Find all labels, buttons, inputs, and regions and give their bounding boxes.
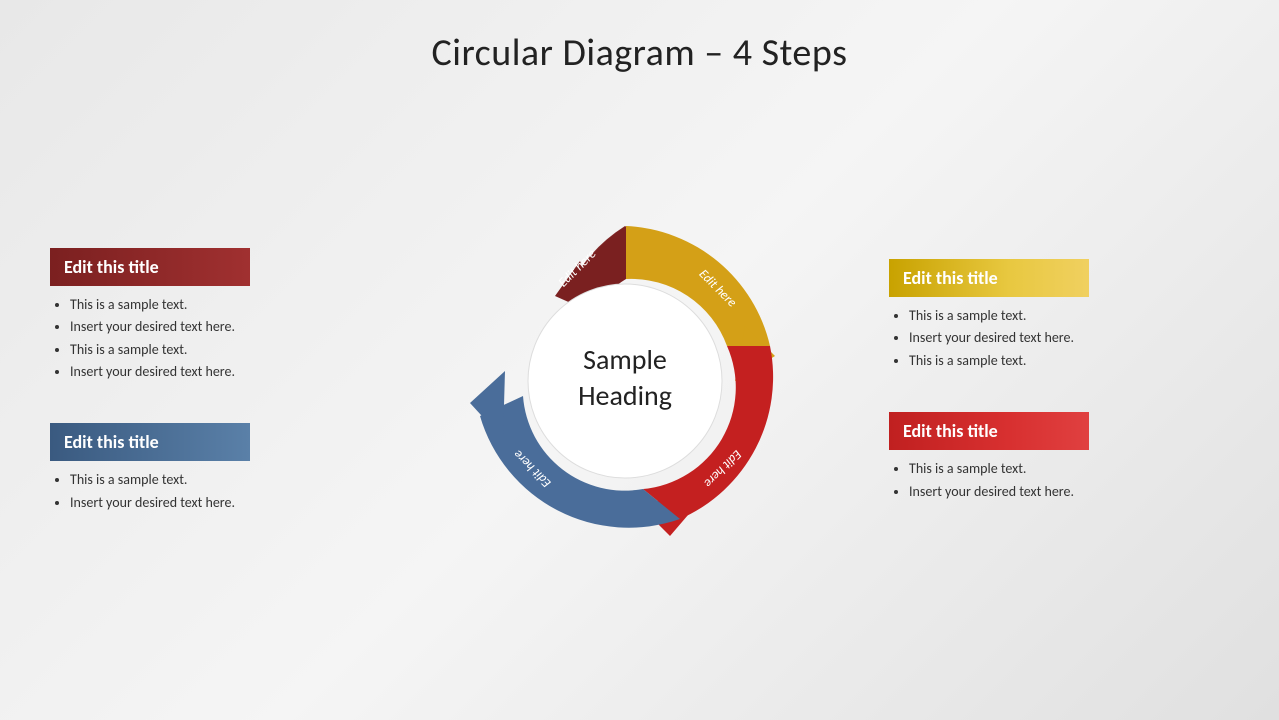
right-panels: Edit this title This is a sample text. I… — [889, 259, 1229, 503]
circle-diagram: Sample Heading Edit here Edit here Edit … — [360, 171, 889, 591]
bottom-left-panel: Edit this title This is a sample text. I… — [50, 423, 360, 514]
top-right-title[interactable]: Edit this title — [889, 259, 1089, 297]
list-item: Insert your desired text here. — [909, 481, 1229, 503]
top-right-panel: Edit this title This is a sample text. I… — [889, 259, 1229, 372]
list-item: Insert your desired text here. — [70, 361, 360, 383]
content-area: Edit this title This is a sample text. I… — [50, 96, 1229, 666]
list-item: This is a sample text. — [70, 294, 360, 316]
bottom-right-title[interactable]: Edit this title — [889, 412, 1089, 450]
list-item: This is a sample text. — [70, 339, 360, 361]
top-left-panel: Edit this title This is a sample text. I… — [50, 248, 360, 384]
bottom-right-items: This is a sample text. Insert your desir… — [889, 458, 1229, 503]
center-heading-line1: Sample — [583, 342, 667, 377]
list-item: Insert your desired text here. — [70, 316, 360, 338]
list-item: Insert your desired text here. — [70, 492, 360, 514]
slide: Circular Diagram – 4 Steps Edit this tit… — [0, 0, 1279, 720]
diagram-svg: Sample Heading Edit here Edit here Edit … — [425, 171, 825, 591]
list-item: This is a sample text. — [70, 469, 360, 491]
bottom-left-title[interactable]: Edit this title — [50, 423, 250, 461]
bottom-right-panel: Edit this title This is a sample text. I… — [889, 412, 1229, 503]
main-title: Circular Diagram – 4 Steps — [50, 30, 1229, 76]
center-heading-line2: Heading — [578, 378, 672, 413]
list-item: This is a sample text. — [909, 305, 1229, 327]
list-item: This is a sample text. — [909, 350, 1229, 372]
list-item: Insert your desired text here. — [909, 327, 1229, 349]
left-panels: Edit this title This is a sample text. I… — [50, 248, 360, 514]
top-right-items: This is a sample text. Insert your desir… — [889, 305, 1229, 372]
top-left-items: This is a sample text. Insert your desir… — [50, 294, 360, 384]
bottom-left-items: This is a sample text. Insert your desir… — [50, 469, 360, 514]
list-item: This is a sample text. — [909, 458, 1229, 480]
top-left-title[interactable]: Edit this title — [50, 248, 250, 286]
